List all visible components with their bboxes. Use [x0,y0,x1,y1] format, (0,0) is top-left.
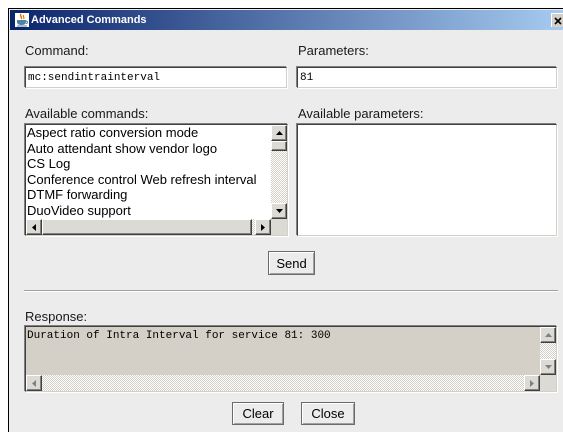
arrow-down-icon [544,365,552,369]
response-scroll-down-button[interactable] [540,359,556,375]
window-title: Advanced Commands [31,14,147,26]
available-commands-label: Available commands: [25,106,149,121]
response-vertical-scroll-track[interactable] [540,343,556,359]
response-scroll-left-button[interactable] [26,375,42,391]
arrow-left-icon [32,223,36,231]
available-parameters-items [298,125,543,219]
response-text: Duration of Intra Interval for service 8… [27,330,331,342]
response-scroll-right-button[interactable] [524,375,540,391]
close-button[interactable]: Close [301,402,355,425]
advanced-commands-dialog: Advanced Commands Command: Parameters: A… [8,8,563,432]
commands-scroll-down-button[interactable] [271,203,287,219]
arrow-right-icon [261,223,265,231]
clear-button[interactable]: Clear [232,402,284,425]
response-label: Response: [25,309,88,324]
arrow-up-icon [275,131,283,135]
list-item[interactable]: Auto attendant show vendor logo [26,141,271,157]
commands-scroll-up-button[interactable] [271,125,287,141]
send-button[interactable]: Send [268,251,315,275]
command-label: Command: [25,43,89,58]
commands-horizontal-scroll-thumb[interactable] [42,219,252,235]
parameters-label: Parameters: [298,43,369,58]
arrow-right-icon [530,379,534,387]
java-cup-icon[interactable] [14,12,30,28]
arrow-up-icon [544,333,552,337]
available-parameters-list[interactable] [297,124,557,236]
arrow-down-icon [275,209,283,213]
list-item[interactable]: Conference control Web refresh interval [26,172,271,188]
command-input[interactable] [25,67,287,88]
response-horizontal-scroll-track[interactable] [42,375,524,391]
scrollbar-corner [271,219,287,235]
arrow-left-icon [32,379,36,387]
available-commands-list[interactable]: Aspect ratio conversion mode Auto attend… [25,124,288,236]
separator [24,290,558,292]
list-item[interactable]: CS Log [26,156,271,172]
commands-vertical-scroll-track[interactable] [271,151,287,203]
title-bar[interactable]: Advanced Commands [10,10,563,30]
commands-scroll-right-button[interactable] [255,219,271,235]
response-text-area: Duration of Intra Interval for service 8… [25,326,557,392]
list-item[interactable]: Aspect ratio conversion mode [26,125,271,141]
response-scroll-up-button[interactable] [540,327,556,343]
screen: Advanced Commands Command: Parameters: A… [0,0,563,432]
list-item[interactable]: DuoVideo support [26,203,271,219]
available-commands-items: Aspect ratio conversion mode Auto attend… [26,125,271,219]
scrollbar-corner [540,375,556,391]
close-icon [554,17,562,25]
commands-vertical-scroll-thumb[interactable] [271,141,287,151]
available-parameters-label: Available parameters: [298,106,424,121]
window-close-button[interactable] [551,13,563,27]
parameters-input[interactable] [297,67,557,88]
list-item[interactable]: DTMF forwarding [26,187,271,203]
commands-scroll-left-button[interactable] [26,219,42,235]
